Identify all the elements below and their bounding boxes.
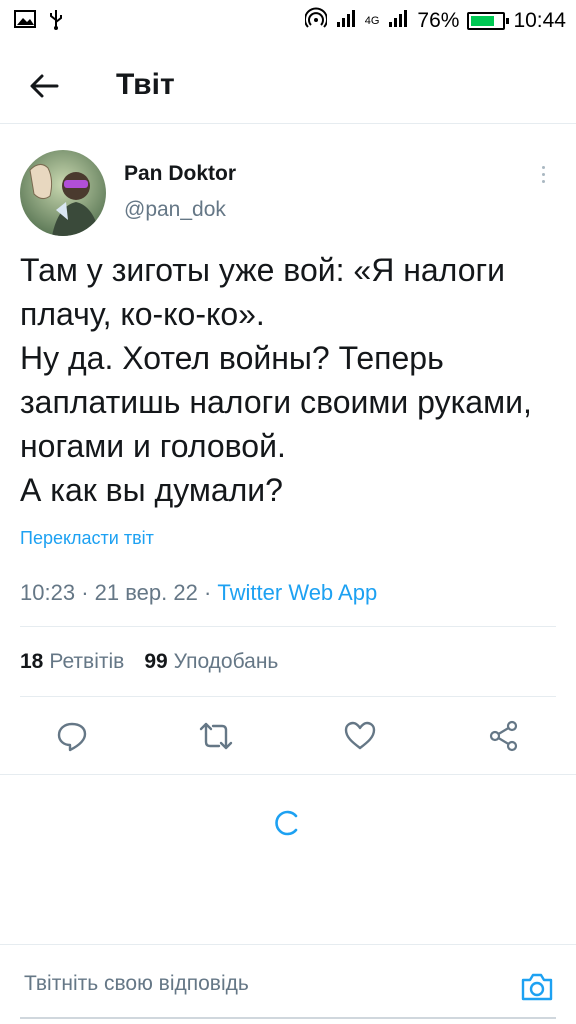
avatar[interactable]: [20, 150, 106, 236]
meta-separator: ·: [203, 580, 212, 605]
tweet-stats: 18 Ретвітів 99 Уподобань: [20, 650, 278, 674]
author-handle[interactable]: @pan_dok: [124, 198, 226, 222]
translate-tweet-link[interactable]: Перекласти твіт: [20, 528, 154, 549]
divider: [0, 774, 576, 775]
top-app-bar: Твіт: [0, 48, 576, 124]
tweet-meta: 10:23 · 21 вер. 22 · Twitter Web App: [20, 580, 377, 606]
signal-icon-2: [387, 8, 409, 34]
hotspot-icon: [303, 7, 328, 35]
more-dot-icon: [541, 172, 545, 176]
tweet-time: 10:23: [20, 580, 76, 605]
share-icon: [489, 720, 518, 752]
tweet-actions: [0, 706, 576, 766]
divider: [20, 626, 556, 627]
page-title: Твіт: [116, 68, 175, 101]
battery-percent: 76%: [417, 9, 460, 32]
reply-bar: Твітніть свою відповідь: [0, 944, 576, 1024]
camera-icon: [521, 973, 553, 1001]
reply-icon: [57, 722, 87, 752]
retweets-count: 18: [20, 650, 44, 673]
signal-icon: [335, 8, 357, 34]
meta-separator: ·: [81, 580, 89, 605]
retweets-stat[interactable]: 18 Ретвітів: [20, 650, 124, 674]
share-button[interactable]: [474, 706, 534, 766]
tweet-text: Там у зиготы уже вой: «Я налоги плачу, к…: [20, 252, 532, 508]
loading-spinner-icon: [272, 808, 302, 838]
more-options-button[interactable]: [532, 160, 554, 188]
author-name[interactable]: Pan Doktor: [124, 162, 236, 186]
like-icon: [344, 721, 376, 750]
camera-button[interactable]: [512, 965, 562, 1009]
more-dot-icon: [541, 165, 545, 169]
back-button[interactable]: [22, 66, 66, 106]
tweet-source[interactable]: Twitter Web App: [217, 580, 377, 605]
image-icon: [14, 9, 36, 34]
status-bar: 4G 76% 10:44: [0, 0, 576, 40]
divider: [20, 696, 556, 697]
clock: 10:44: [513, 9, 566, 32]
retweet-icon: [199, 722, 233, 750]
tweet-date: 21 вер. 22: [94, 580, 198, 605]
likes-label: Уподобань: [173, 650, 279, 673]
reply-input[interactable]: Твітніть свою відповідь: [20, 959, 490, 1009]
retweets-label: Ретвітів: [49, 650, 125, 673]
network-type: 4G: [364, 15, 380, 27]
usb-icon: [48, 8, 64, 35]
battery-icon: [467, 12, 510, 30]
retweet-button[interactable]: [186, 706, 246, 766]
more-dot-icon: [541, 179, 545, 183]
reply-button[interactable]: [42, 706, 102, 766]
reply-underline: [20, 1017, 556, 1019]
arrow-left-icon: [30, 74, 59, 98]
likes-stat[interactable]: 99 Уподобань: [144, 650, 278, 674]
likes-count: 99: [144, 650, 168, 673]
like-button[interactable]: [330, 706, 390, 766]
